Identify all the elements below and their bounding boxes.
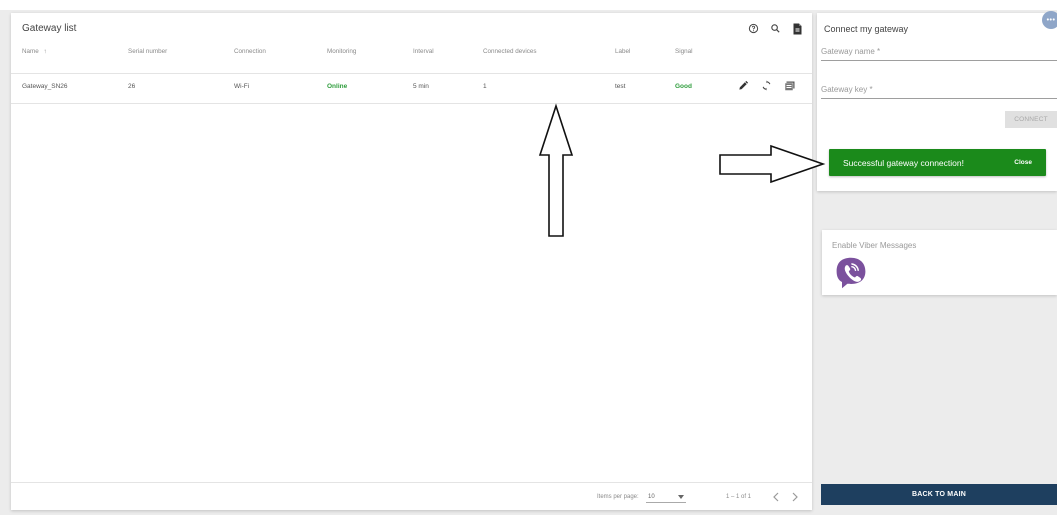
page-range-label: 1 – 1 of 1: [726, 494, 752, 500]
connect-gateway-title: Connect my gateway: [824, 24, 909, 34]
cell-connection: Wi-Fi: [234, 83, 250, 90]
gateway-list-title: Gateway list: [22, 23, 77, 34]
column-header-name[interactable]: Name ↑: [22, 48, 47, 55]
row-actions: [737, 79, 796, 92]
more-options-button[interactable]: •••: [1042, 11, 1057, 29]
page-size-select[interactable]: 10: [646, 491, 686, 503]
cell-serial: 26: [128, 83, 136, 90]
gateway-key-input[interactable]: [821, 98, 1057, 99]
gateway-list-toolbar: [747, 22, 804, 35]
success-toast: Successful gateway connection! Close: [829, 149, 1046, 176]
footer-divider: [11, 482, 812, 483]
search-icon[interactable]: [769, 22, 782, 35]
row-divider: [11, 103, 812, 104]
connect-button[interactable]: CONNECT: [1005, 111, 1057, 128]
cell-monitoring-status: Online: [327, 83, 348, 90]
column-header-signal[interactable]: Signal: [675, 48, 693, 55]
column-header-interval[interactable]: Interval: [413, 48, 434, 55]
chevron-down-icon: [678, 495, 684, 499]
chevron-right-icon[interactable]: [789, 491, 801, 503]
refresh-icon[interactable]: [760, 79, 773, 92]
viber-card[interactable]: Enable Viber Messages: [822, 230, 1057, 295]
header-divider: [11, 73, 812, 74]
column-header-connected-devices[interactable]: Connected devices: [483, 48, 537, 55]
column-header-monitoring[interactable]: Monitoring: [327, 48, 356, 55]
edit-icon[interactable]: [737, 79, 750, 92]
toast-close-button[interactable]: Close: [1014, 159, 1032, 166]
gateway-list-card: Gateway list Name ↑ Serial number Connec…: [11, 13, 812, 510]
column-header-serial[interactable]: Serial number: [128, 48, 167, 55]
sort-arrow-up-icon: ↑: [43, 48, 47, 55]
history-icon[interactable]: [783, 79, 796, 92]
cell-connected-devices: 1: [483, 83, 487, 90]
top-bar: [0, 0, 1057, 10]
items-per-page-label: Items per page:: [597, 494, 639, 500]
viber-title: Enable Viber Messages: [832, 241, 917, 250]
page-size-value: 10: [648, 494, 655, 500]
cell-label: test: [615, 83, 626, 90]
file-download-icon[interactable]: [791, 22, 804, 35]
viber-logo-icon[interactable]: [833, 255, 869, 291]
help-circle-icon[interactable]: [747, 22, 760, 35]
toast-message: Successful gateway connection!: [843, 157, 964, 168]
gateway-name-label[interactable]: Gateway name *: [821, 47, 880, 56]
cell-signal: Good: [675, 83, 692, 90]
column-header-connection[interactable]: Connection: [234, 48, 266, 55]
cell-interval: 5 min: [413, 83, 429, 90]
column-header-label[interactable]: Label: [615, 48, 630, 55]
column-name-label: Name: [22, 48, 39, 55]
cell-name: Gateway_SN26: [22, 83, 68, 90]
gateway-key-label[interactable]: Gateway key *: [821, 85, 873, 94]
gateway-name-input[interactable]: [821, 60, 1057, 61]
chevron-left-icon[interactable]: [770, 491, 782, 503]
back-to-main-button[interactable]: BACK TO MAIN: [821, 484, 1057, 505]
